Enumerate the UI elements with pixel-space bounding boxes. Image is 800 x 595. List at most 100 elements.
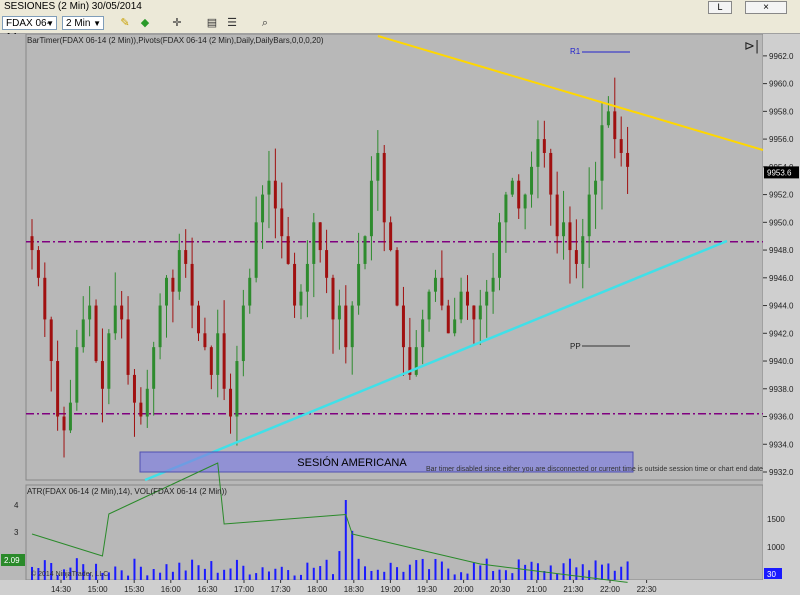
diamond-icon[interactable]: ◆ bbox=[138, 16, 152, 30]
volume-bar bbox=[402, 571, 405, 580]
x-tick-label: 18:00 bbox=[307, 585, 328, 594]
pencil-icon[interactable]: ✎ bbox=[118, 16, 132, 30]
volume-bar bbox=[261, 567, 264, 580]
volume-bar bbox=[306, 562, 309, 580]
candle-body bbox=[43, 277, 47, 320]
list-icon[interactable]: ☰ bbox=[225, 16, 239, 30]
candle-body bbox=[581, 236, 585, 264]
candle-body bbox=[305, 263, 309, 292]
scroll-end-icon: ⊳| bbox=[744, 39, 759, 54]
candle-body bbox=[75, 347, 79, 403]
candle-body bbox=[209, 347, 213, 375]
y-tick-label: 9934.0 bbox=[769, 440, 794, 449]
candle-body bbox=[485, 291, 489, 306]
candle-body bbox=[241, 305, 245, 362]
volume-bar bbox=[242, 565, 245, 580]
candle-body bbox=[120, 305, 124, 320]
properties-icon[interactable]: ▤ bbox=[205, 16, 219, 30]
y-tick-label: 9940.0 bbox=[769, 357, 794, 366]
volume-bar bbox=[607, 563, 610, 580]
x-tick-label: 15:30 bbox=[124, 585, 145, 594]
x-tick-label: 16:00 bbox=[161, 585, 182, 594]
candle-body bbox=[139, 402, 143, 417]
current-price-label: 9953.6 bbox=[767, 168, 792, 177]
link-button[interactable]: L bbox=[708, 1, 732, 14]
chart-svg[interactable]: 9962.09960.09958.09956.09954.09952.09950… bbox=[0, 34, 800, 595]
bartimer-message: Bar timer disabled since either you are … bbox=[426, 466, 763, 473]
volume-bar bbox=[229, 568, 232, 580]
candle-body bbox=[357, 263, 361, 306]
candle-body bbox=[273, 180, 277, 209]
candle-body bbox=[325, 250, 329, 278]
volume-bar bbox=[120, 570, 123, 580]
x-tick-label: 18:30 bbox=[344, 585, 365, 594]
candle-body bbox=[30, 236, 34, 251]
volume-bar bbox=[562, 563, 565, 580]
volume-bar bbox=[504, 570, 507, 580]
candle-body bbox=[389, 222, 393, 251]
volume-bar bbox=[434, 558, 437, 580]
period-label: 2 Min bbox=[66, 18, 91, 29]
candle-body bbox=[587, 194, 591, 237]
candle-body bbox=[510, 180, 514, 195]
period-selector[interactable]: 2 Min ▼ bbox=[62, 16, 104, 30]
candle-body bbox=[280, 208, 284, 237]
close-button[interactable]: × bbox=[745, 1, 787, 14]
candle-body bbox=[337, 305, 341, 320]
volume-bar bbox=[415, 560, 418, 580]
y-tick-label: 9938.0 bbox=[769, 385, 794, 394]
candle-body bbox=[248, 277, 252, 306]
volume-bar bbox=[338, 551, 341, 580]
candle-body bbox=[235, 361, 239, 417]
candle-body bbox=[36, 250, 40, 278]
volume-bar bbox=[203, 568, 206, 580]
x-tick-label: 14:30 bbox=[51, 585, 72, 594]
candle-body bbox=[498, 222, 502, 278]
instrument-selector[interactable]: FDAX 06-14▼ bbox=[2, 16, 57, 43]
y-tick-label: 9952.0 bbox=[769, 191, 794, 200]
x-tick-label: 19:30 bbox=[417, 585, 438, 594]
volume-bar bbox=[460, 572, 463, 580]
volume-bar bbox=[178, 562, 181, 580]
volume-bar bbox=[581, 564, 584, 580]
volume-bar bbox=[165, 564, 168, 580]
volume-bar bbox=[447, 568, 450, 580]
volume-bar bbox=[408, 564, 411, 580]
volume-bar bbox=[293, 575, 296, 580]
volume-bar bbox=[428, 569, 431, 580]
candle-body bbox=[145, 388, 149, 417]
x-tick-label: 17:00 bbox=[234, 585, 255, 594]
candle-body bbox=[267, 180, 271, 195]
volume-bar bbox=[492, 571, 495, 580]
y-tick-label: 9932.0 bbox=[769, 468, 794, 477]
vol-value-label: 30 bbox=[767, 570, 776, 579]
candle-body bbox=[369, 180, 373, 237]
r1-label: R1 bbox=[570, 47, 581, 56]
candle-body bbox=[594, 180, 598, 195]
x-tick-label: 20:30 bbox=[490, 585, 511, 594]
candle-body bbox=[254, 222, 258, 278]
volume-bar bbox=[255, 573, 258, 580]
volume-bar bbox=[485, 558, 488, 580]
volume-bar bbox=[556, 573, 559, 580]
candle-body bbox=[88, 305, 92, 320]
zoom-icon[interactable]: ⌕ bbox=[258, 16, 272, 30]
candle-body bbox=[542, 139, 546, 153]
chart-area[interactable]: 9962.09960.09958.09956.09954.09952.09950… bbox=[0, 34, 800, 595]
volume-bar bbox=[299, 574, 302, 580]
window-titlebar: SESIONES (2 Min) 30/05/2014 L × bbox=[0, 0, 800, 15]
candle-body bbox=[126, 319, 130, 375]
volume-bar bbox=[568, 558, 571, 580]
volume-bar bbox=[133, 558, 136, 580]
volume-bar bbox=[620, 566, 623, 580]
y-tick-label: 9946.0 bbox=[769, 274, 794, 283]
volume-bar bbox=[351, 530, 354, 580]
volume-bar bbox=[114, 566, 117, 580]
crosshair-icon[interactable]: ✛ bbox=[170, 16, 184, 30]
volume-bar bbox=[171, 571, 174, 580]
candle-body bbox=[568, 222, 572, 251]
candle-body bbox=[465, 291, 469, 306]
y-tick-label: 9936.0 bbox=[769, 413, 794, 422]
lower-trendline bbox=[144, 239, 728, 482]
candle-body bbox=[68, 402, 72, 431]
